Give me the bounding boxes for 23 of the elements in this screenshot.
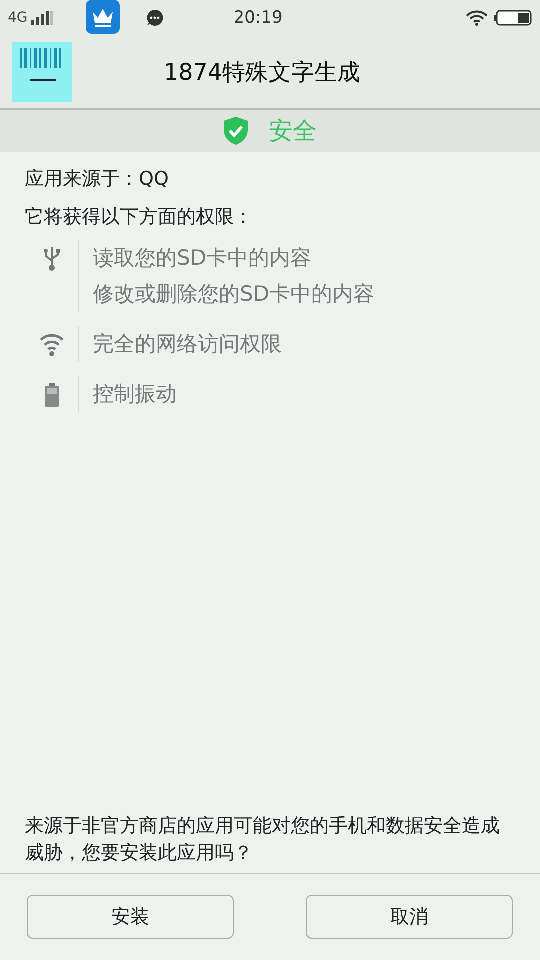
permission-text: 读取您的SD卡中的内容 — [93, 245, 313, 272]
dialog-button[interactable]: 取消 — [306, 895, 513, 939]
source-text: 应用来源于：QQ — [25, 167, 170, 192]
signal-icon — [30, 11, 53, 25]
barcode-app-icon — [12, 42, 72, 102]
chat-icon — [146, 9, 164, 27]
warning-text: 来源于非官方商店的应用可能对您的手机和数据安全造成威胁，您要安装此应用吗？ — [25, 814, 501, 866]
network-label: 4G — [8, 10, 28, 26]
wifi-icon — [466, 10, 488, 26]
battery-icon — [44, 382, 60, 408]
crown-app-icon — [86, 0, 120, 34]
permission-text: 完全的网络访问权限 — [93, 331, 282, 358]
wifi-icon — [38, 332, 64, 358]
app-title: 1874特殊文字生成 — [164, 58, 361, 88]
shield-check-icon — [223, 116, 249, 146]
permission-text: 修改或删除您的SD卡中的内容 — [93, 281, 375, 308]
dialog-button[interactable]: 安装 — [27, 895, 234, 939]
safety-label: 安全 — [269, 116, 317, 147]
permissions-heading: 它将获得以下方面的权限： — [25, 205, 254, 230]
usb-icon — [44, 246, 60, 272]
clock-time: 20:19 — [234, 8, 283, 28]
battery-icon — [494, 10, 532, 26]
permission-text: 控制振动 — [93, 381, 177, 408]
